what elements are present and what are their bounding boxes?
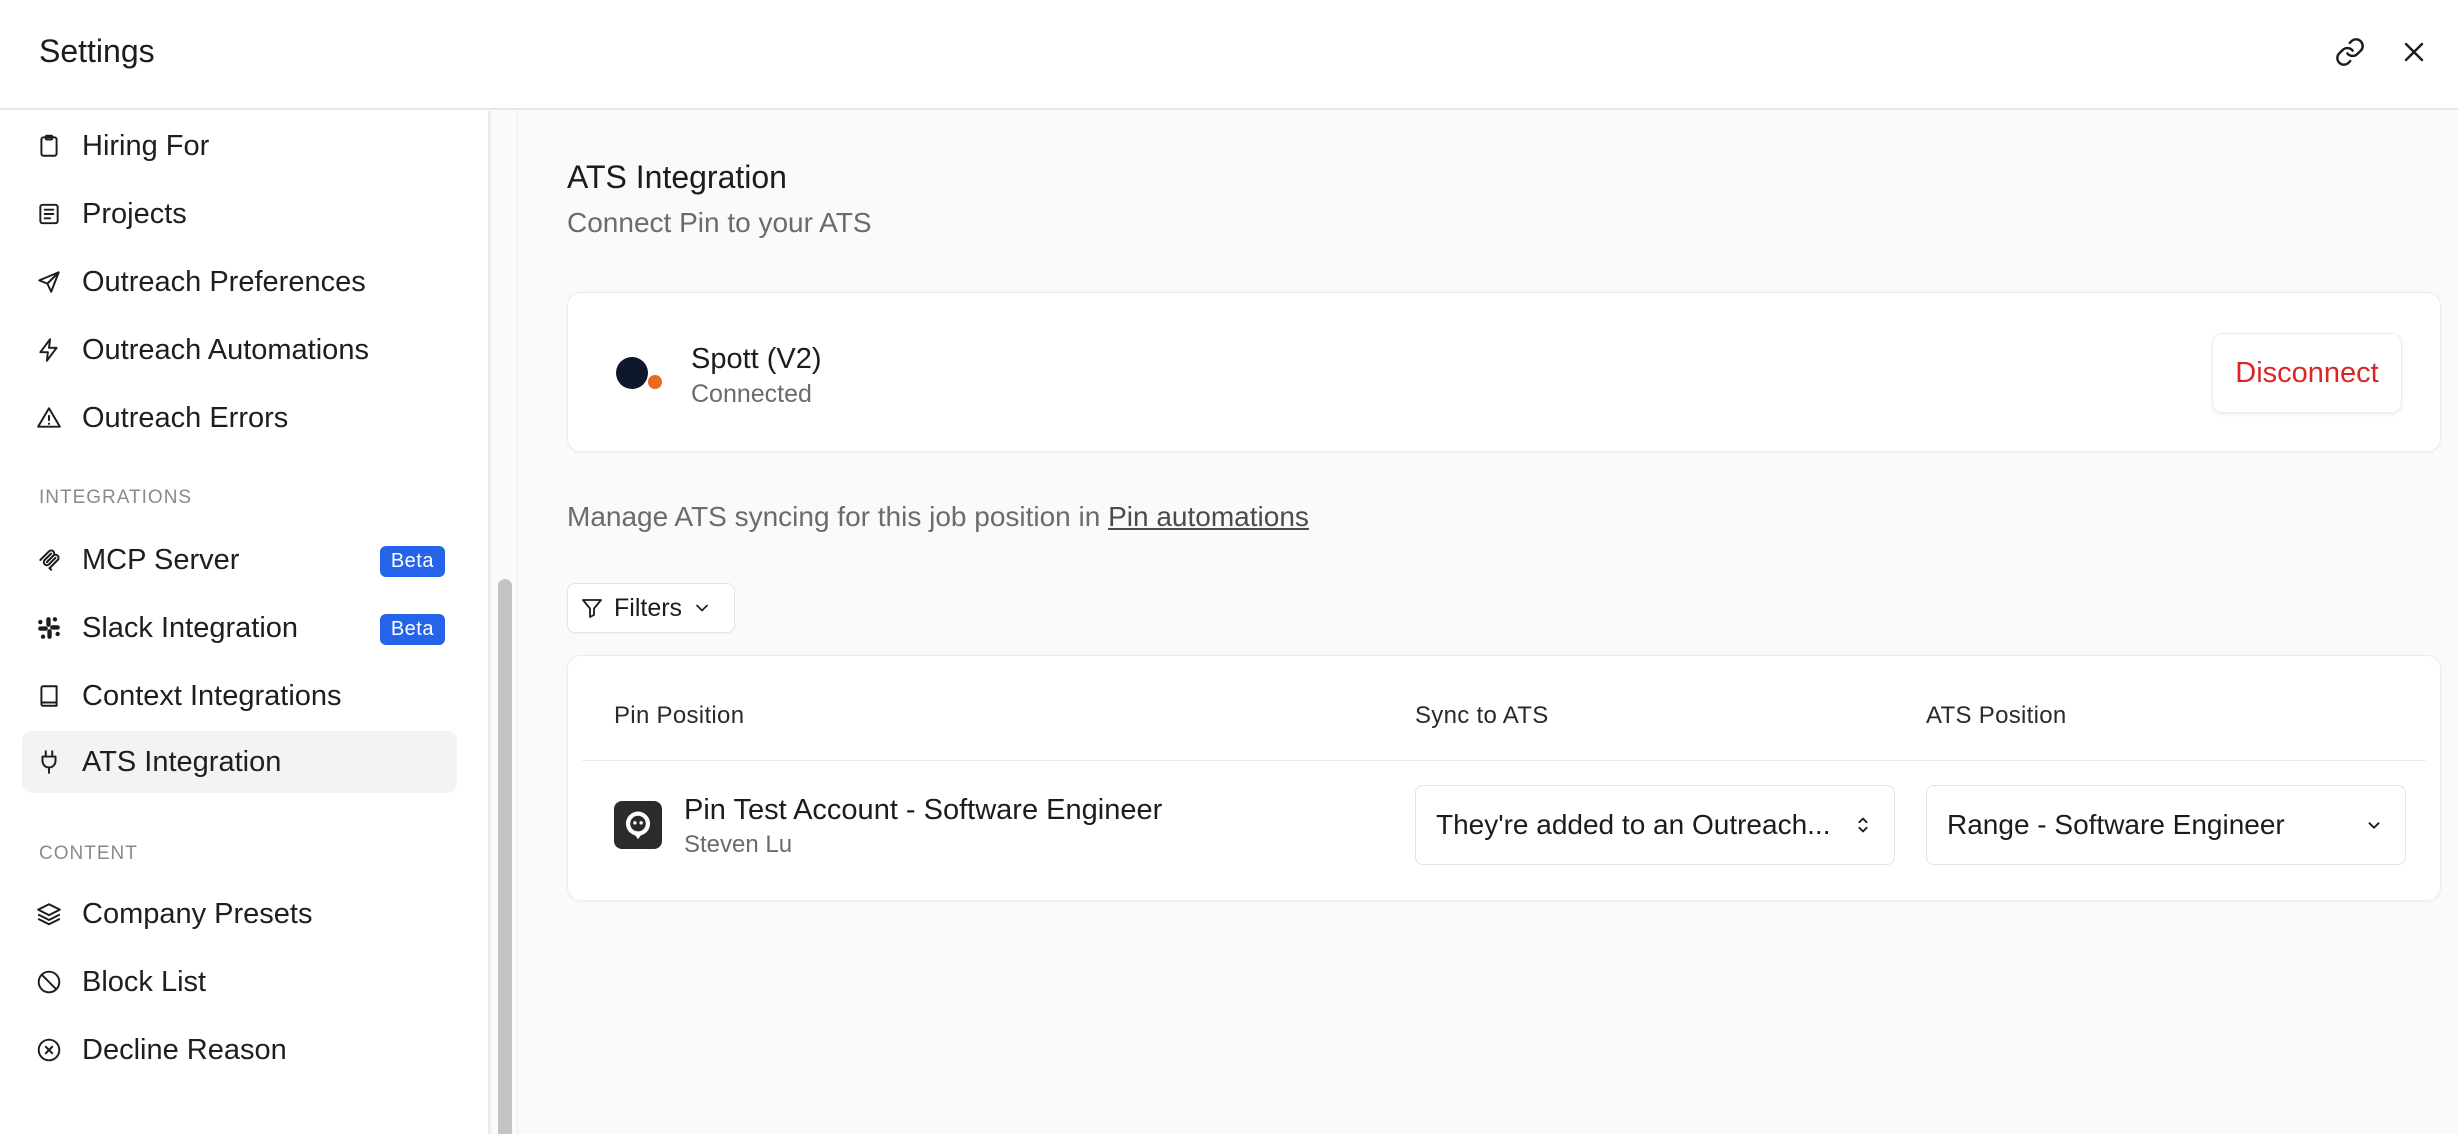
beta-badge: Beta — [379, 614, 445, 645]
filters-button[interactable]: Filters — [567, 583, 735, 633]
sidebar-item-outreach-preferences[interactable]: Outreach Preferences — [22, 251, 457, 313]
manage-syncing-text: Manage ATS syncing for this job position… — [567, 501, 1309, 533]
position-owner: Steven Lu — [684, 831, 793, 858]
connection-status: Connected — [691, 380, 812, 408]
sidebar-item-label: MCP Server — [82, 543, 240, 576]
lightning-icon — [34, 335, 64, 365]
settings-window: Settings Hiring For Projects Outreach Pr… — [0, 0, 2458, 1134]
chevron-down-icon — [2368, 822, 2380, 829]
section-label-integrations: INTEGRATIONS — [39, 487, 193, 508]
logo-dot-dark — [616, 357, 648, 389]
slack-icon — [34, 613, 64, 643]
scrollbar-thumb[interactable] — [498, 579, 512, 1134]
header: Settings — [0, 0, 2458, 110]
sidebar-item-label: Outreach Errors — [82, 401, 289, 434]
sidebar-item-decline-reason[interactable]: Decline Reason — [22, 1019, 457, 1081]
link-icon — [2336, 38, 2364, 66]
logo-dot-orange — [648, 375, 662, 389]
sidebar-item-block-list[interactable]: Block List — [22, 951, 457, 1013]
sidebar-item-context-integrations[interactable]: Context Integrations — [22, 665, 457, 727]
ats-position-value: Range - Software Engineer — [1947, 809, 2285, 840]
sidebar: Hiring For Projects Outreach Preferences… — [0, 111, 490, 1134]
sync-to-ats-select[interactable]: They're added to an Outreach... — [1415, 785, 1895, 865]
plug-icon — [34, 747, 64, 777]
section-label-content: CONTENT — [39, 843, 138, 864]
x-circle-icon — [34, 1035, 64, 1065]
sidebar-scrollbar[interactable] — [490, 111, 518, 1134]
pin-logo-icon — [625, 811, 651, 840]
sidebar-item-label: Outreach Preferences — [82, 265, 366, 298]
connection-card: Spott (V2) Connected Disconnect — [567, 292, 2441, 452]
section-subtitle: Connect Pin to your ATS — [567, 207, 872, 238]
sidebar-item-label: Context Integrations — [82, 679, 342, 712]
column-header-ats-position: ATS Position — [1926, 702, 2067, 729]
column-header-pin-position: Pin Position — [614, 702, 745, 729]
chevron-down-icon — [696, 604, 708, 612]
sidebar-item-projects[interactable]: Projects — [22, 183, 457, 245]
pin-automations-link[interactable]: Pin automations — [1108, 501, 1309, 532]
positions-table: Pin Position Sync to ATS ATS Position Pi… — [567, 655, 2441, 901]
header-divider — [582, 760, 2426, 761]
copy-link-button[interactable] — [2330, 32, 2370, 72]
mcp-icon — [34, 545, 64, 575]
main-content: ATS Integration Connect Pin to your ATS … — [518, 111, 2458, 1134]
send-icon — [34, 267, 64, 297]
ats-position-select[interactable]: Range - Software Engineer — [1926, 785, 2406, 865]
sidebar-item-label: Outreach Automations — [82, 333, 369, 366]
filters-label: Filters — [614, 593, 683, 622]
beta-badge: Beta — [379, 546, 445, 577]
book-icon — [34, 681, 64, 711]
sidebar-item-hiring-for[interactable]: Hiring For — [22, 115, 457, 177]
ats-name: Spott (V2) — [691, 343, 822, 375]
sidebar-item-label: Slack Integration — [82, 611, 299, 644]
position-title: Pin Test Account - Software Engineer — [684, 794, 1163, 826]
sidebar-item-outreach-errors[interactable]: Outreach Errors — [22, 387, 457, 449]
sidebar-item-mcp-server[interactable]: MCP Server Beta — [22, 529, 457, 591]
clipboard-icon — [34, 131, 64, 161]
sidebar-item-label: Hiring For — [82, 129, 210, 162]
sidebar-item-outreach-automations[interactable]: Outreach Automations — [22, 319, 457, 381]
close-button[interactable] — [2394, 32, 2434, 72]
manage-syncing-label: Manage ATS syncing for this job position… — [567, 501, 1109, 532]
filter-icon — [582, 599, 602, 618]
column-header-sync-to-ats: Sync to ATS — [1415, 702, 1549, 729]
layers-icon — [34, 899, 64, 929]
disconnect-button[interactable]: Disconnect — [2212, 333, 2402, 413]
chevron-up-down-icon — [1858, 817, 1868, 833]
page-title: Settings — [39, 33, 155, 69]
sidebar-item-ats-integration[interactable]: ATS Integration — [22, 731, 457, 793]
sidebar-item-label: Projects — [82, 197, 187, 230]
sidebar-item-label: Company Presets — [82, 897, 313, 930]
document-list-icon — [34, 199, 64, 229]
sidebar-item-slack-integration[interactable]: Slack Integration Beta — [22, 597, 457, 659]
position-avatar — [614, 801, 662, 849]
sidebar-item-company-presets[interactable]: Company Presets — [22, 883, 457, 945]
sidebar-item-label: ATS Integration — [82, 745, 282, 778]
sidebar-item-label: Decline Reason — [82, 1033, 287, 1066]
section-title: ATS Integration — [567, 159, 787, 195]
sync-select-value: They're added to an Outreach... — [1436, 809, 1831, 840]
warning-icon — [34, 403, 64, 433]
ban-icon — [34, 967, 64, 997]
close-icon — [2404, 42, 2424, 62]
sidebar-item-label: Block List — [82, 965, 207, 998]
